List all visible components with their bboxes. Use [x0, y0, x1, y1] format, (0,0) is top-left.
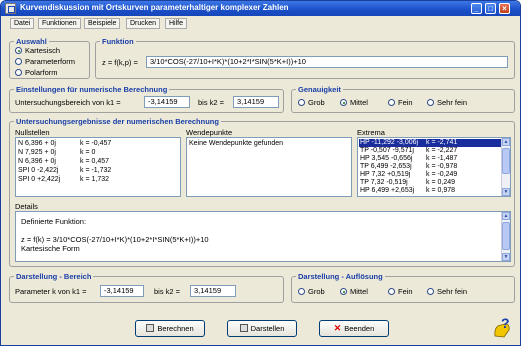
k2-label: bis k2 = [198, 98, 225, 107]
param-k2-label: bis k2 = [154, 287, 181, 296]
radio-icon [388, 288, 395, 295]
calculator-icon [146, 324, 155, 332]
param-k1-label: Parameter k von k1 = [15, 287, 87, 296]
details-header: Details [15, 202, 38, 211]
darstellung-aufloesung-group: Darstellung - Auflösung Grob Mittel Fein… [291, 272, 515, 303]
genauigkeit-title: Genauigkeit [296, 85, 343, 94]
close-button[interactable]: × [499, 3, 510, 14]
ergebnisse-group: Untersuchungsergebnisse der numerischen … [9, 117, 515, 267]
window-title: Kurvendiskussion mit Ortskurven paramete… [20, 3, 289, 12]
list-item[interactable]: TP 7,32 -0,519j k = 0,249 [359, 179, 501, 187]
title-bar: Kurvendiskussion mit Ortskurven paramete… [1, 1, 520, 16]
extrema-list[interactable]: HP -11,292 -3,006j k = -2,741 TP -0,507 -… [357, 137, 511, 197]
radio-parameterform[interactable]: Parameterform [15, 57, 75, 66]
list-item[interactable]: HP 3,545 -0,656j k = -1,487 [359, 155, 501, 163]
minimize-button[interactable]: _ [471, 3, 482, 14]
details-line: Kartesische Form [21, 244, 80, 253]
list-item-selected[interactable]: HP -11,292 -3,006j k = -2,741 [359, 139, 501, 147]
einstellungen-title: Einstellungen für numerische Berechnung [14, 85, 170, 94]
param-k1-input[interactable]: -3,14159 [100, 285, 144, 297]
scroll-down-icon[interactable]: ▼ [502, 188, 510, 196]
funktion-label: z = f(k,p) = [102, 58, 138, 67]
radio-icon [15, 58, 22, 65]
scroll-up-icon[interactable]: ▲ [502, 138, 510, 146]
funktion-group: Funktion z = f(k,p) = 3/10*COS(-27/10+I*… [95, 37, 515, 79]
scroll-down-icon[interactable]: ▼ [502, 253, 510, 261]
menu-funktionen[interactable]: Funktionen [38, 18, 81, 29]
nullstellen-header: Nullstellen [15, 128, 50, 137]
radio-icon [427, 99, 434, 106]
k2-input[interactable]: 3,14159 [233, 96, 279, 108]
radio-icon [388, 99, 395, 106]
list-item[interactable]: HP 6,499 +2,653j k = 0,978 [359, 187, 501, 195]
app-icon [5, 3, 16, 14]
darstellen-button[interactable]: Darstellen [227, 320, 297, 337]
radio-polarform[interactable]: Polarform [15, 68, 58, 77]
radio-selected-icon [340, 288, 347, 295]
menu-bar: Datei Funktionen Beispiele Drucken Hilfe [1, 16, 520, 30]
help-glyph: ? [501, 316, 510, 331]
menu-beispiele[interactable]: Beispiele [84, 18, 121, 29]
details-line: Definierte Funktion: [21, 217, 87, 226]
funktion-title: Funktion [100, 37, 136, 46]
radio-sehr-fein[interactable]: Sehr fein [427, 98, 467, 107]
darstellung-bereich-group: Darstellung - Bereich Parameter k von k1… [9, 272, 284, 303]
scroll-thumb[interactable] [502, 222, 510, 250]
auswahl-group: Auswahl Kartesisch Parameterform Polarfo… [9, 37, 90, 79]
auswahl-title: Auswahl [14, 37, 49, 46]
nullstellen-list[interactable]: N 6,396 + 0j k = -0,457 N 7,925 + 0j k = 0… [15, 137, 181, 197]
radio-selected-icon [340, 99, 347, 106]
menu-drucken[interactable]: Drucken [126, 18, 161, 29]
genauigkeit-group: Genauigkeit Grob Mittel Fein Sehr fein [291, 85, 515, 113]
param-k2-input[interactable]: 3,14159 [190, 285, 236, 297]
radio-mittel[interactable]: Mittel [340, 98, 368, 107]
extrema-header: Extrema [357, 128, 385, 137]
wendepunkte-header: Wendepunkte [186, 128, 233, 137]
help-icon[interactable]: ? [492, 316, 514, 340]
wendepunkte-list[interactable]: Keine Wendepunkte gefunden [186, 137, 352, 197]
darstellung-bereich-title: Darstellung - Bereich [14, 272, 94, 281]
maximize-button[interactable]: □ [485, 3, 496, 14]
main-window: Kurvendiskussion mit Ortskurven paramete… [0, 0, 521, 346]
radio-aufl-sehr-fein[interactable]: Sehr fein [427, 287, 467, 296]
scroll-up-icon[interactable]: ▲ [502, 212, 510, 220]
k1-input[interactable]: -3,14159 [144, 96, 190, 108]
radio-icon [298, 99, 305, 106]
list-item[interactable]: TP -0,507 -9,571j k = -2,227 [359, 147, 501, 155]
radio-aufl-grob[interactable]: Grob [298, 287, 325, 296]
details-textarea[interactable]: Definierte Funktion: z = f(k) = 3/10*COS… [15, 211, 511, 262]
funktion-input[interactable]: 3/10*COS(-27/10+I*K)*(10+2*I*SIN(5*K+I))… [146, 56, 508, 68]
radio-kartesisch[interactable]: Kartesisch [15, 46, 60, 55]
radio-aufl-fein[interactable]: Fein [388, 287, 413, 296]
menu-hilfe[interactable]: Hilfe [165, 18, 188, 29]
berechnen-button[interactable]: Berechnen [135, 320, 205, 337]
radio-aufl-mittel[interactable]: Mittel [340, 287, 368, 296]
extrema-scrollbar[interactable]: ▲ ▼ [501, 138, 510, 196]
details-scrollbar[interactable]: ▲ ▼ [501, 212, 510, 261]
beenden-button[interactable]: ✕ Beenden [319, 320, 389, 337]
close-icon: ✕ [333, 323, 342, 333]
radio-icon [298, 288, 305, 295]
darstellung-aufloesung-title: Darstellung - Auflösung [296, 272, 385, 281]
radio-icon [427, 288, 434, 295]
radio-grob[interactable]: Grob [298, 98, 325, 107]
menu-datei[interactable]: Datei [10, 18, 35, 29]
list-item[interactable]: TP 6,499 -2,653j k = -0,978 [359, 163, 501, 171]
radio-icon [15, 69, 22, 76]
k1-label: Untersuchungsbereich von k1 = [15, 98, 121, 107]
details-line: z = f(k) = 3/10*COS(-27/10+I*K)*(10+2*I*… [21, 235, 209, 244]
radio-selected-icon [15, 47, 22, 54]
ergebnisse-title: Untersuchungsergebnisse der numerischen … [14, 117, 221, 126]
radio-fein[interactable]: Fein [388, 98, 413, 107]
einstellungen-group: Einstellungen für numerische Berechnung … [9, 85, 284, 113]
scroll-thumb[interactable] [502, 148, 510, 174]
list-item[interactable]: HP 7,32 +0,519j k = -0,249 [359, 171, 501, 179]
chart-icon [239, 324, 248, 332]
